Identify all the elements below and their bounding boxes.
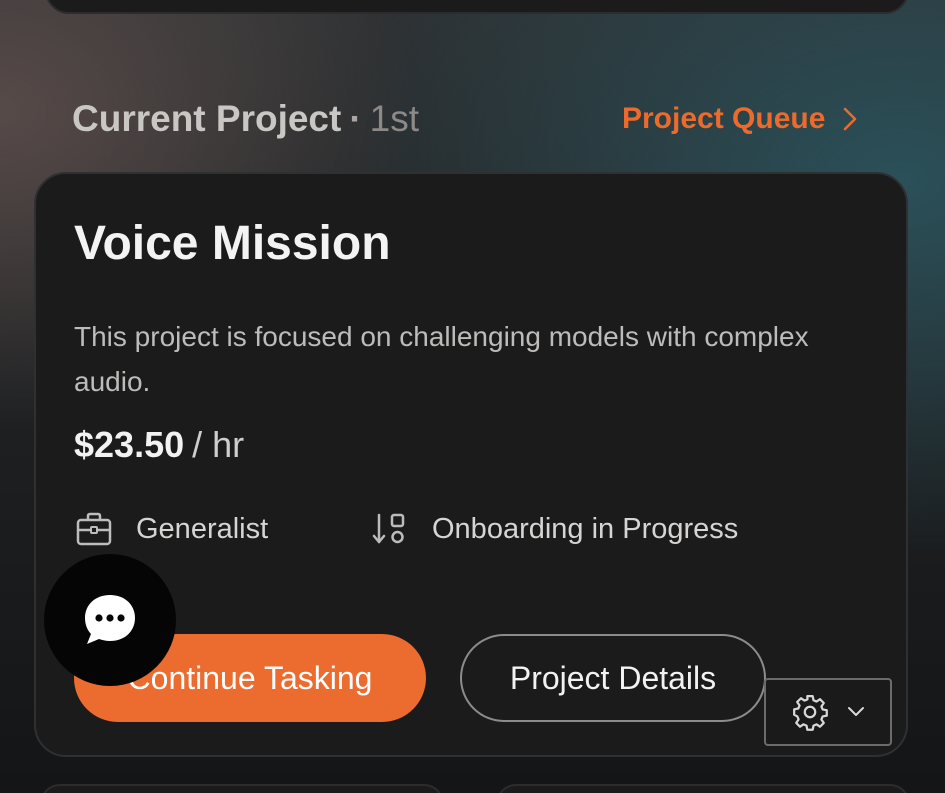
project-card: Voice Mission This project is focused on… (34, 172, 908, 757)
next-card-left (40, 784, 444, 793)
project-description: This project is focused on challenging m… (74, 321, 809, 397)
project-queue-link[interactable]: Project Queue (622, 102, 857, 136)
role-info: Generalist (76, 512, 268, 546)
rate-amount: $23.50 (74, 424, 185, 465)
project-details-button[interactable]: Project Details (460, 634, 766, 722)
status-info: Onboarding in Progress (372, 512, 738, 546)
rate-unit: / hr (192, 424, 245, 465)
briefcase-icon (76, 512, 112, 546)
chevron-down-icon (848, 707, 864, 716)
section-header: Current Project · 1st (72, 98, 419, 140)
previous-card (45, 0, 909, 14)
next-card-right (496, 784, 910, 793)
section-title: Current Project (72, 98, 342, 139)
separator: · (349, 98, 362, 139)
project-title: Voice Mission (74, 217, 391, 270)
gear-icon (793, 695, 828, 731)
role-label: Generalist (136, 512, 269, 545)
pay-rate: $23.50/ hr (74, 424, 244, 466)
settings-dropdown-button[interactable] (764, 678, 892, 746)
status-label: Onboarding in Progress (432, 512, 739, 545)
chevron-right-icon (844, 107, 857, 131)
project-queue-label: Project Queue (622, 102, 826, 135)
chat-button[interactable] (44, 554, 176, 686)
sort-status-icon (372, 513, 405, 544)
project-rank: 1st (369, 98, 420, 139)
chat-bubble-icon (85, 595, 135, 644)
